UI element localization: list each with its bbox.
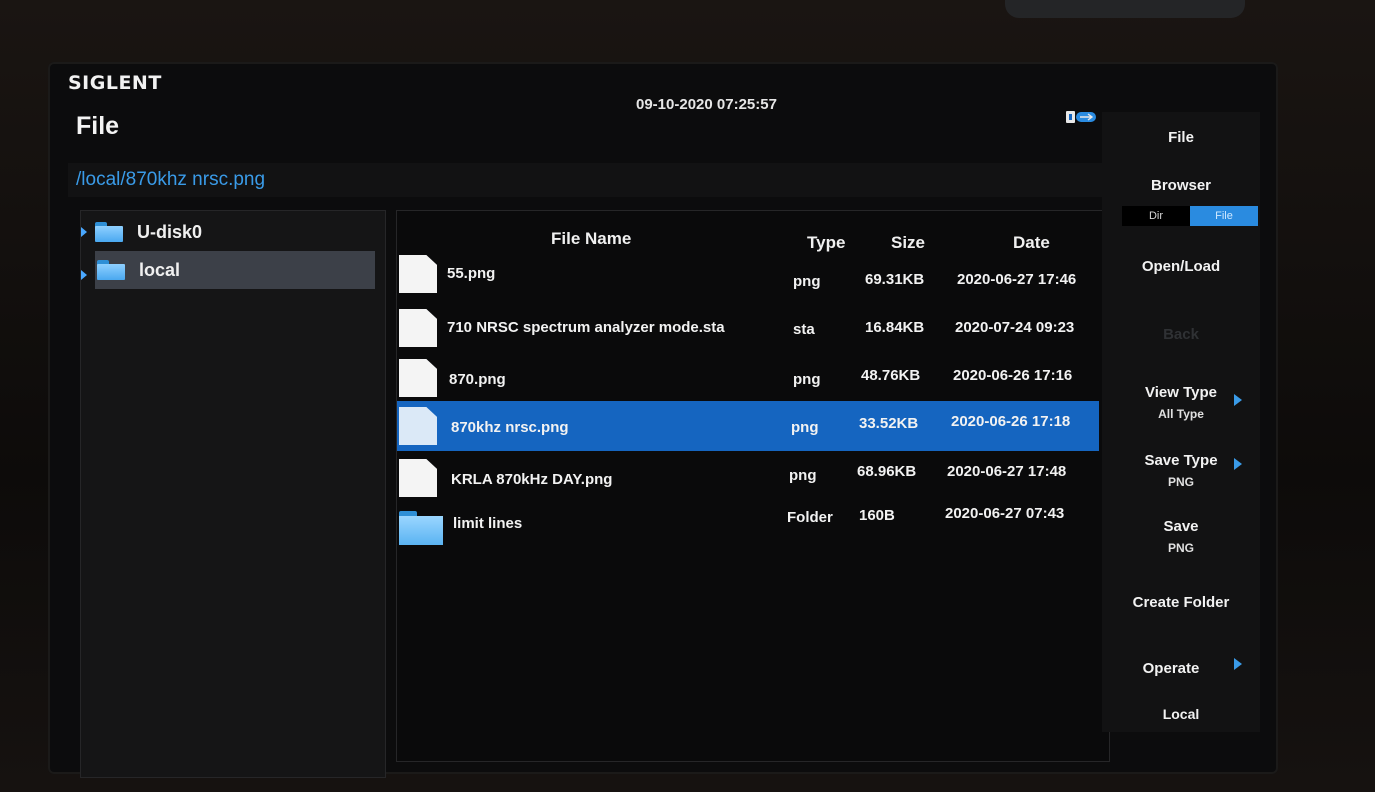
toggle-dir[interactable]: Dir <box>1122 206 1190 226</box>
tree-item-u-disk0[interactable]: U-disk0 <box>81 213 375 251</box>
file-size: 16.84KB <box>865 319 925 336</box>
folder-icon <box>97 260 125 280</box>
softkey-save[interactable]: Save PNG <box>1102 504 1260 573</box>
file-size: 69.31KB <box>865 271 925 288</box>
current-path: /local/870khz nrsc.png <box>76 169 266 190</box>
file-row[interactable]: 710 NRSC spectrum analyzer mode.sta sta … <box>397 303 1099 353</box>
file-type: png <box>793 273 821 290</box>
file-icon <box>399 407 437 445</box>
softkey-operate[interactable]: Operate <box>1102 638 1260 703</box>
file-icon <box>399 255 437 293</box>
file-name: KRLA 870kHz DAY.png <box>451 471 613 488</box>
file-type: sta <box>793 321 815 338</box>
file-type: png <box>791 419 819 436</box>
file-type: png <box>789 467 817 484</box>
file-size: 33.52KB <box>859 415 919 432</box>
softkey-back[interactable]: Back <box>1102 300 1260 369</box>
tree-item-local[interactable]: local <box>95 251 375 289</box>
softkey-local[interactable]: Local <box>1102 702 1260 732</box>
usb-icon <box>1066 111 1096 123</box>
file-date: 2020-06-27 17:48 <box>947 463 1067 480</box>
brand-logo: SIGLENT <box>68 72 162 94</box>
softkey-view-type[interactable]: View Type All Type <box>1102 368 1260 437</box>
chevron-right-icon <box>1234 458 1242 470</box>
bezel-glare <box>1005 0 1245 18</box>
tree-item-label: local <box>139 259 181 280</box>
file-list[interactable]: File Name Type Size Date 55.png png 69.3… <box>396 210 1110 762</box>
file-name: 870.png <box>449 371 506 388</box>
file-type: png <box>793 371 821 388</box>
softkey-save-type[interactable]: Save Type PNG <box>1102 436 1260 505</box>
tree-item-label: U-disk0 <box>137 221 203 242</box>
page-title: File <box>76 112 120 140</box>
dir-file-toggle[interactable]: Dir File <box>1122 206 1258 226</box>
softkey-open-load[interactable]: Open/Load <box>1102 232 1260 301</box>
folder-icon <box>399 511 443 545</box>
file-icon <box>399 459 437 497</box>
file-row-selected[interactable]: 870khz nrsc.png png 33.52KB 2020-06-26 1… <box>397 401 1099 451</box>
softkey-file: File <box>1102 112 1260 165</box>
file-name: 870khz nrsc.png <box>451 419 569 436</box>
file-row[interactable]: KRLA 870kHz DAY.png png 68.96KB 2020-06-… <box>397 453 1099 503</box>
toggle-file[interactable]: File <box>1190 206 1258 226</box>
file-type: Folder <box>787 509 833 526</box>
file-icon <box>399 309 437 347</box>
file-name: 55.png <box>447 265 496 282</box>
softkey-menu: File Browser Dir File Open/Load Back Vie… <box>1102 112 1260 732</box>
file-date: 2020-06-27 07:43 <box>945 505 1065 522</box>
directory-tree[interactable]: U-disk0 local <box>80 210 386 778</box>
path-bar: /local/870khz nrsc.png <box>68 163 1110 197</box>
file-name: limit lines <box>453 515 523 532</box>
file-date: 2020-06-27 17:46 <box>957 271 1077 288</box>
column-header-name[interactable]: File Name <box>551 229 631 249</box>
file-icon <box>399 359 437 397</box>
file-row[interactable]: 55.png png 69.31KB 2020-06-27 17:46 <box>397 249 1099 299</box>
expand-arrow-icon[interactable] <box>81 227 87 237</box>
datetime: 09-10-2020 07:25:57 <box>636 96 777 113</box>
softkey-create-folder[interactable]: Create Folder <box>1102 572 1260 639</box>
file-row[interactable]: 870.png png 48.76KB 2020-06-26 17:16 <box>397 353 1099 403</box>
chevron-right-icon <box>1234 658 1242 670</box>
file-date: 2020-06-26 17:18 <box>951 413 1071 430</box>
file-name: 710 NRSC spectrum analyzer mode.sta <box>447 319 725 336</box>
file-size: 68.96KB <box>857 463 917 480</box>
file-size: 160B <box>859 507 895 524</box>
file-date: 2020-06-26 17:16 <box>953 367 1073 384</box>
chevron-right-icon <box>1234 394 1242 406</box>
softkey-browser[interactable]: Browser Dir File <box>1102 164 1260 233</box>
folder-icon <box>95 222 123 242</box>
file-date: 2020-07-24 09:23 <box>955 319 1075 336</box>
file-size: 48.76KB <box>861 367 921 384</box>
folder-row[interactable]: limit lines Folder 160B 2020-06-27 07:43 <box>397 503 1099 553</box>
expand-arrow-icon[interactable] <box>81 270 87 280</box>
